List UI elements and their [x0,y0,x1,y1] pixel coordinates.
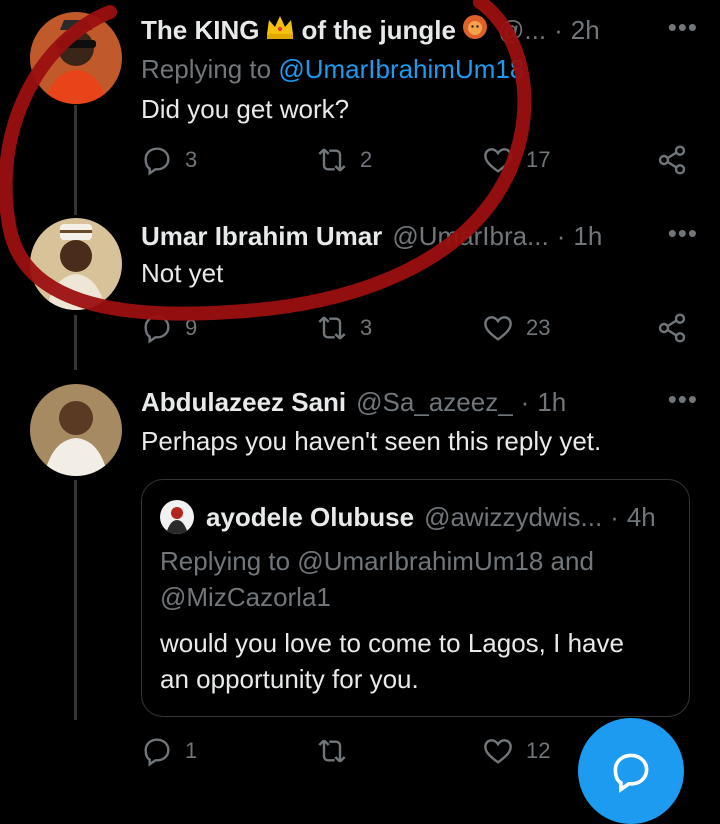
handle[interactable]: @UmarIbra... [392,221,548,252]
reply-count: 3 [185,147,198,172]
reply-button[interactable]: 1 [141,735,197,767]
share-button[interactable] [656,312,700,344]
quoted-text-line: would you love to come to Lagos, I have [160,628,624,658]
heart-icon [484,148,512,173]
tweet-text: Not yet [141,258,224,288]
share-icon [658,145,686,175]
display-name[interactable]: Abdulazeez Sani [141,387,346,418]
timestamp[interactable]: 1h [573,221,602,252]
quoted-text-line: an opportunity for you. [160,664,419,694]
separator-dot: · [554,14,563,45]
reply-count: 9 [185,315,198,340]
lion-emoji-icon [462,14,488,47]
more-options-icon[interactable]: ••• [668,218,698,249]
reply-count: 1 [185,738,198,763]
timestamp[interactable]: 1h [537,387,566,418]
display-name[interactable]: Umar Ibrahim Umar [141,221,382,252]
like-count: 17 [526,147,551,172]
like-count: 23 [526,315,551,340]
reply-icon [144,738,170,767]
reply-button[interactable]: 3 [141,144,197,176]
retweet-count: 3 [360,315,373,340]
heart-icon [484,739,512,764]
like-button[interactable]: 23 [482,312,550,344]
avatar[interactable] [30,12,122,104]
compose-button[interactable] [578,718,684,824]
like-button[interactable]: 17 [482,144,550,176]
reply-button[interactable]: 9 [141,312,197,344]
tweet-text: Did you get work? [141,94,350,124]
retweet-button[interactable] [316,735,360,767]
separator-dot: · [520,386,530,417]
separator-dot: · [610,501,619,532]
share-button[interactable] [656,144,700,176]
tweet-reply-umar[interactable]: Umar Ibrahim Umar @UmarIbra... · 1h ••• … [0,218,720,358]
quoted-handle[interactable]: @awizzydwis... [424,502,602,533]
separator-dot: · [556,220,566,251]
compose-icon [613,753,649,793]
display-name-suffix[interactable]: of the jungle [301,15,456,46]
like-button[interactable]: 12 [482,735,550,767]
quoted-replying-to: Replying to @UmarIbrahimUm18 and [160,546,594,576]
more-options-icon[interactable]: ••• [668,384,698,415]
handle[interactable]: @Sa_azeez_ [356,387,513,418]
avatar[interactable] [30,218,122,310]
tweet-text: Perhaps you haven't seen this reply yet. [141,426,602,456]
tweet-actions: 3 2 17 [141,144,701,184]
like-count: 12 [526,738,551,763]
heart-icon [484,316,512,341]
display-name[interactable]: The KING [141,15,259,46]
retweet-icon [318,739,346,763]
avatar[interactable] [30,384,122,476]
quoted-display-name[interactable]: ayodele Olubuse [206,502,414,533]
retweet-button[interactable]: 3 [316,312,372,344]
share-icon [658,313,686,343]
handle[interactable]: @... [498,15,546,46]
crown-emoji-icon [265,14,295,47]
timestamp[interactable]: 2h [571,15,600,46]
quoted-avatar[interactable] [160,500,194,534]
quoted-mention-link[interactable]: @MizCazorla1 [160,582,331,613]
retweet-icon [318,316,346,340]
mention-link[interactable]: @UmarIbrahimUm18 [278,54,524,84]
quoted-timestamp[interactable]: 4h [627,502,656,533]
quoted-tweet[interactable]: ayodele Olubuse @awizzydwis... · 4h Repl… [141,479,690,717]
more-options-icon[interactable]: ••• [668,12,698,43]
tweet-reply-king[interactable]: The KING of the jungle @... · 2h ••• Rep… [0,12,720,202]
replying-to: Replying to @UmarIbrahimUm18 [141,54,524,85]
retweet-count: 2 [360,147,373,172]
reply-icon [144,147,170,176]
reply-icon [144,315,170,344]
tweet-actions: 9 3 23 [141,312,701,352]
replying-to-prefix: Replying to [141,54,272,84]
retweet-button[interactable]: 2 [316,144,372,176]
retweet-icon [318,148,346,172]
